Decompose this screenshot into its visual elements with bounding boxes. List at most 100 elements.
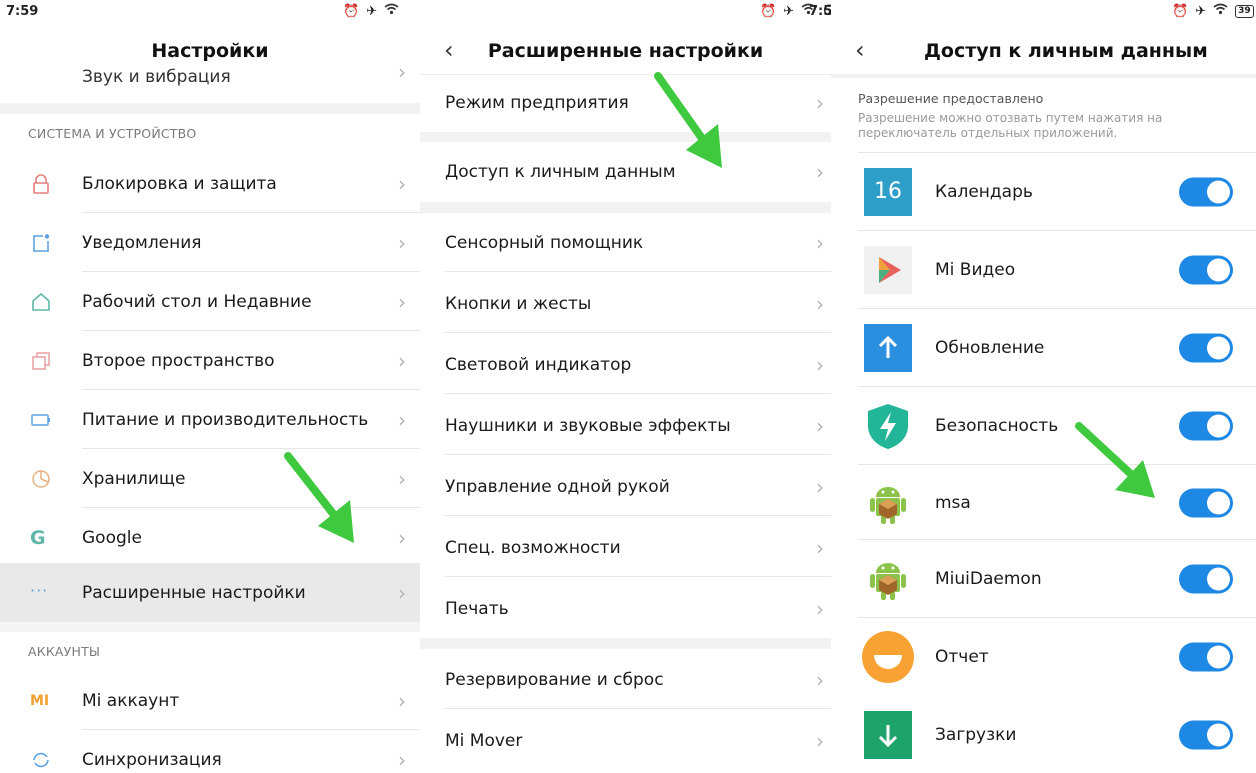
advanced-item-led[interactable]: Световой индикатор › <box>420 335 831 394</box>
item-label: Управление одной рукой <box>445 476 670 497</box>
settings-item-lock[interactable]: Блокировка и защита › <box>0 154 420 213</box>
advanced-item-headphones[interactable]: Наушники и звуковые эффекты › <box>420 396 831 455</box>
settings-item-sound[interactable]: Звук и вибрация › <box>0 60 420 98</box>
advanced-item-buttons[interactable]: Кнопки и жесты › <box>420 274 831 333</box>
battery-indicator: 39 <box>1235 4 1254 18</box>
settings-item-power[interactable]: Питание и производительность › <box>0 390 420 449</box>
chevron-right-icon: › <box>816 474 824 499</box>
settings-item-home[interactable]: Рабочий стол и Недавние › <box>0 272 420 331</box>
settings-item-mi-account[interactable]: MI Mi аккаунт › <box>0 671 420 730</box>
alarm-icon: ⏰ <box>343 3 360 19</box>
settings-item-second-space[interactable]: Второе пространство › <box>0 331 420 390</box>
app-row-calendar: 16 Календарь <box>831 153 1256 231</box>
item-label: Хранилище <box>82 468 186 489</box>
status-time: 7:59 <box>6 4 39 19</box>
permission-toggle[interactable] <box>1179 411 1233 441</box>
lock-icon <box>30 173 52 195</box>
divider <box>445 393 831 394</box>
permission-description: Разрешение можно отозвать путем нажатия … <box>858 111 1163 140</box>
advanced-item-accessibility[interactable]: Спец. возможности › <box>420 518 831 577</box>
advanced-item-backup[interactable]: Резервирование и сброс › <box>420 650 831 709</box>
item-label: Спец. возможности <box>445 537 621 558</box>
status-icons: ⏰ ✈ <box>343 3 399 19</box>
advanced-settings-panel: ⏰ ✈ C 7:59 ‹ Расширенные настройки Режим… <box>420 0 831 773</box>
back-arrow-icon[interactable]: ‹ <box>855 38 865 62</box>
app-row-update: Обновление <box>831 309 1256 387</box>
app-row-msa: msa <box>831 465 1256 540</box>
item-label: Mi аккаунт <box>82 690 180 711</box>
item-label: Звук и вибрация <box>82 67 231 87</box>
chevron-right-icon: › <box>398 230 406 255</box>
play-icon <box>864 246 912 294</box>
settings-item-sync[interactable]: Синхронизация › <box>0 730 420 773</box>
app-label: Mi Видео <box>935 260 1016 280</box>
chevron-right-icon: › <box>398 289 406 314</box>
item-label: Уведомления <box>82 232 202 253</box>
permission-toggle[interactable] <box>1179 255 1233 285</box>
item-label: Печать <box>445 598 509 619</box>
item-label: Питание и производительность <box>82 409 369 430</box>
item-label: Блокировка и защита <box>82 173 277 194</box>
chevron-right-icon: › <box>816 596 824 621</box>
settings-item-google[interactable]: G Google › <box>0 508 420 567</box>
app-row-mi-video: Mi Видео <box>831 231 1256 309</box>
report-icon <box>862 631 914 683</box>
app-label: msa <box>935 492 971 513</box>
advanced-item-print[interactable]: Печать › <box>420 579 831 638</box>
advanced-item-privacy[interactable]: Доступ к личным данным › <box>420 142 831 201</box>
item-label: Mi Mover <box>445 730 523 751</box>
app-label: Загрузки <box>935 725 1017 745</box>
mi-icon: MI <box>30 692 50 709</box>
item-label: Световой индикатор <box>445 354 632 375</box>
chevron-right-icon: › <box>398 525 406 550</box>
item-label: Расширенные настройки <box>82 582 306 603</box>
advanced-item-mi-mover[interactable]: Mi Mover › <box>420 711 831 770</box>
advanced-item-touch-assistant[interactable]: Сенсорный помощник › <box>420 213 831 272</box>
item-label: Кнопки и жесты <box>445 293 592 314</box>
permission-toggle[interactable] <box>1179 564 1233 594</box>
app-label: Отчет <box>935 647 989 667</box>
section-gap <box>0 103 420 114</box>
permission-header: Разрешение предоставлено <box>858 91 1044 106</box>
chevron-right-icon: › <box>816 667 824 692</box>
notification-icon <box>30 232 52 254</box>
advanced-item-enterprise[interactable]: Режим предприятия › <box>420 73 831 132</box>
chevron-right-icon: › <box>398 688 406 713</box>
calendar-icon: 16 <box>864 168 912 216</box>
settings-item-advanced[interactable]: ··· Расширенные настройки › <box>0 563 420 622</box>
chevron-right-icon: › <box>816 159 824 184</box>
settings-item-notifications[interactable]: Уведомления › <box>0 213 420 272</box>
home-icon <box>30 291 52 313</box>
google-icon: G <box>30 526 46 549</box>
permission-toggle[interactable] <box>1179 333 1233 363</box>
app-label: Безопасность <box>935 416 1059 436</box>
settings-item-storage[interactable]: Хранилище › <box>0 449 420 508</box>
download-icon <box>864 711 912 759</box>
divider <box>445 515 831 516</box>
permission-toggle[interactable] <box>1179 720 1233 750</box>
permission-toggle[interactable] <box>1179 177 1233 207</box>
permission-toggle[interactable] <box>1179 488 1233 517</box>
status-icons: ⏰ ✈ 39 <box>1172 3 1254 19</box>
divider <box>445 708 831 709</box>
status-bar: ⏰ ✈ 39 <box>831 0 1256 24</box>
app-label: Календарь <box>935 182 1033 202</box>
app-row-downloads: Загрузки <box>831 696 1256 773</box>
status-bar: 7:59 ⏰ ✈ <box>0 0 420 24</box>
divider <box>445 271 831 272</box>
advanced-item-one-hand[interactable]: Управление одной рукой › <box>420 457 831 516</box>
chevron-right-icon: › <box>398 60 406 84</box>
airplane-icon: ✈ <box>1195 3 1207 19</box>
second-space-icon <box>30 350 52 372</box>
page-title: Настройки <box>151 40 269 62</box>
app-row-report: Отчет <box>831 618 1256 696</box>
divider <box>445 576 831 577</box>
chevron-right-icon: › <box>816 230 824 255</box>
app-label: MiuiDaemon <box>935 569 1042 589</box>
app-label: Обновление <box>935 338 1045 358</box>
section-gap <box>420 202 831 213</box>
permission-toggle[interactable] <box>1179 642 1233 672</box>
alarm-icon: ⏰ <box>1172 3 1189 19</box>
item-label: Наушники и звуковые эффекты <box>445 415 731 436</box>
airplane-icon: ✈ <box>366 3 378 19</box>
